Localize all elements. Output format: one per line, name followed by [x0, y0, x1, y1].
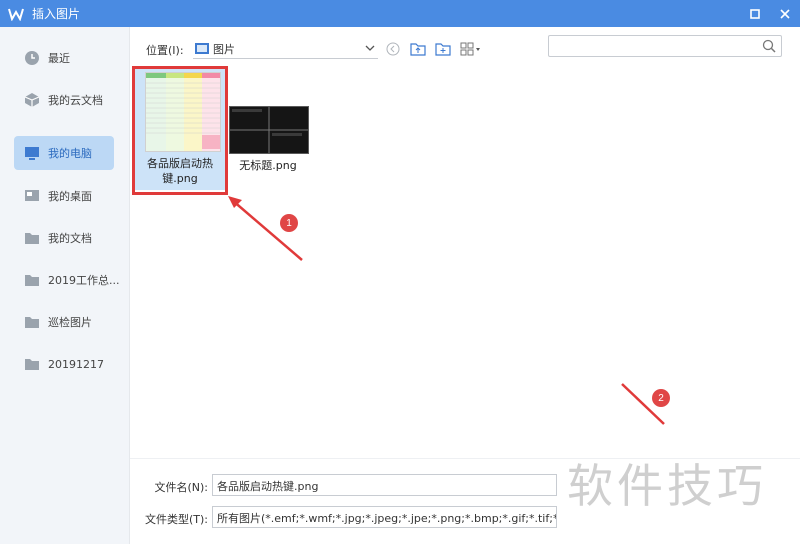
- view-mode-icon[interactable]: [460, 42, 482, 56]
- sidebar-item-label: 我的电脑: [48, 147, 92, 160]
- search-box[interactable]: [548, 35, 782, 57]
- window-title: 插入图片: [32, 7, 81, 21]
- chevron-down-icon: [365, 45, 375, 51]
- sidebar-item-label: 2019工作总...: [48, 274, 120, 287]
- sidebar-item-2019-work[interactable]: 2019工作总...: [14, 263, 119, 297]
- filename-input[interactable]: 各品版启动热键.png: [212, 474, 557, 496]
- close-button[interactable]: [770, 0, 800, 27]
- monitor-icon: [24, 145, 40, 161]
- sidebar-item-label: 20191217: [48, 357, 104, 371]
- sidebar-item-my-computer[interactable]: 我的电脑: [14, 136, 114, 170]
- filetype-label: 文件类型(T):: [144, 513, 208, 526]
- file-name: 无标题.png: [239, 159, 297, 172]
- sidebar-item-my-documents[interactable]: 我的文档: [14, 221, 114, 255]
- file-item-hotkeys-png[interactable]: 各品版启动热键.png: [135, 66, 225, 190]
- location-label: 位置(I):: [146, 44, 184, 57]
- sidebar-item-label: 我的文档: [48, 232, 92, 245]
- sidebar-item-label: 我的桌面: [48, 190, 92, 203]
- step-badge-1: 1: [280, 214, 298, 232]
- location-value: 图片: [213, 42, 235, 56]
- sidebar-item-recent[interactable]: 最近: [14, 41, 114, 75]
- dark-screenshot-preview: [230, 107, 308, 153]
- spreadsheet-preview: [146, 73, 220, 151]
- image-thumbnail: [229, 106, 309, 154]
- annotation-arrow-1: [228, 196, 303, 261]
- clock-icon: [24, 50, 40, 66]
- wps-logo-icon: [8, 8, 24, 21]
- desktop-icon: [24, 188, 40, 204]
- pictures-folder-icon: [195, 43, 209, 54]
- sidebar-item-cloud-docs[interactable]: 我的云文档: [14, 83, 114, 117]
- maximize-button[interactable]: [740, 0, 770, 27]
- sidebar-item-label: 巡检图片: [48, 316, 92, 329]
- folder-icon: [24, 272, 40, 288]
- image-thumbnail: [145, 72, 221, 152]
- folder-icon: [24, 230, 40, 246]
- step-badge-2: 2: [652, 389, 670, 407]
- title-bar: 插入图片: [0, 0, 800, 27]
- close-icon: [780, 8, 790, 19]
- filename-label: 文件名(N):: [154, 481, 208, 494]
- folder-up-icon[interactable]: [410, 42, 426, 56]
- maximize-icon: [750, 8, 760, 19]
- file-name: 各品版启动热键.png: [147, 157, 213, 185]
- sidebar-item-inspection-pics[interactable]: 巡检图片: [14, 305, 114, 339]
- back-icon[interactable]: [386, 42, 400, 56]
- folder-icon: [24, 356, 40, 372]
- location-dropdown[interactable]: 图片: [193, 39, 378, 59]
- watermark-text: 软件技巧: [567, 459, 767, 513]
- cloud-cube-icon: [24, 92, 40, 108]
- window-controls: [740, 0, 800, 27]
- sidebar-item-my-desktop[interactable]: 我的桌面: [14, 179, 114, 213]
- folder-icon: [24, 314, 40, 330]
- file-item-untitled-png[interactable]: 无标题.png: [225, 102, 311, 182]
- sidebar-item-label: 最近: [48, 52, 70, 65]
- search-icon[interactable]: [762, 39, 776, 53]
- sidebar-item-20191217[interactable]: 20191217: [14, 347, 114, 381]
- sidebar: 最近 我的云文档 我的电脑 我的桌面 我的文档 2019工作总... 巡检图片 …: [0, 27, 130, 544]
- sidebar-item-label: 我的云文档: [48, 94, 103, 107]
- search-input[interactable]: [553, 38, 753, 54]
- new-folder-icon[interactable]: [435, 42, 451, 56]
- filetype-select[interactable]: 所有图片(*.emf;*.wmf;*.jpg;*.jpeg;*.jpe;*.pn…: [212, 506, 557, 528]
